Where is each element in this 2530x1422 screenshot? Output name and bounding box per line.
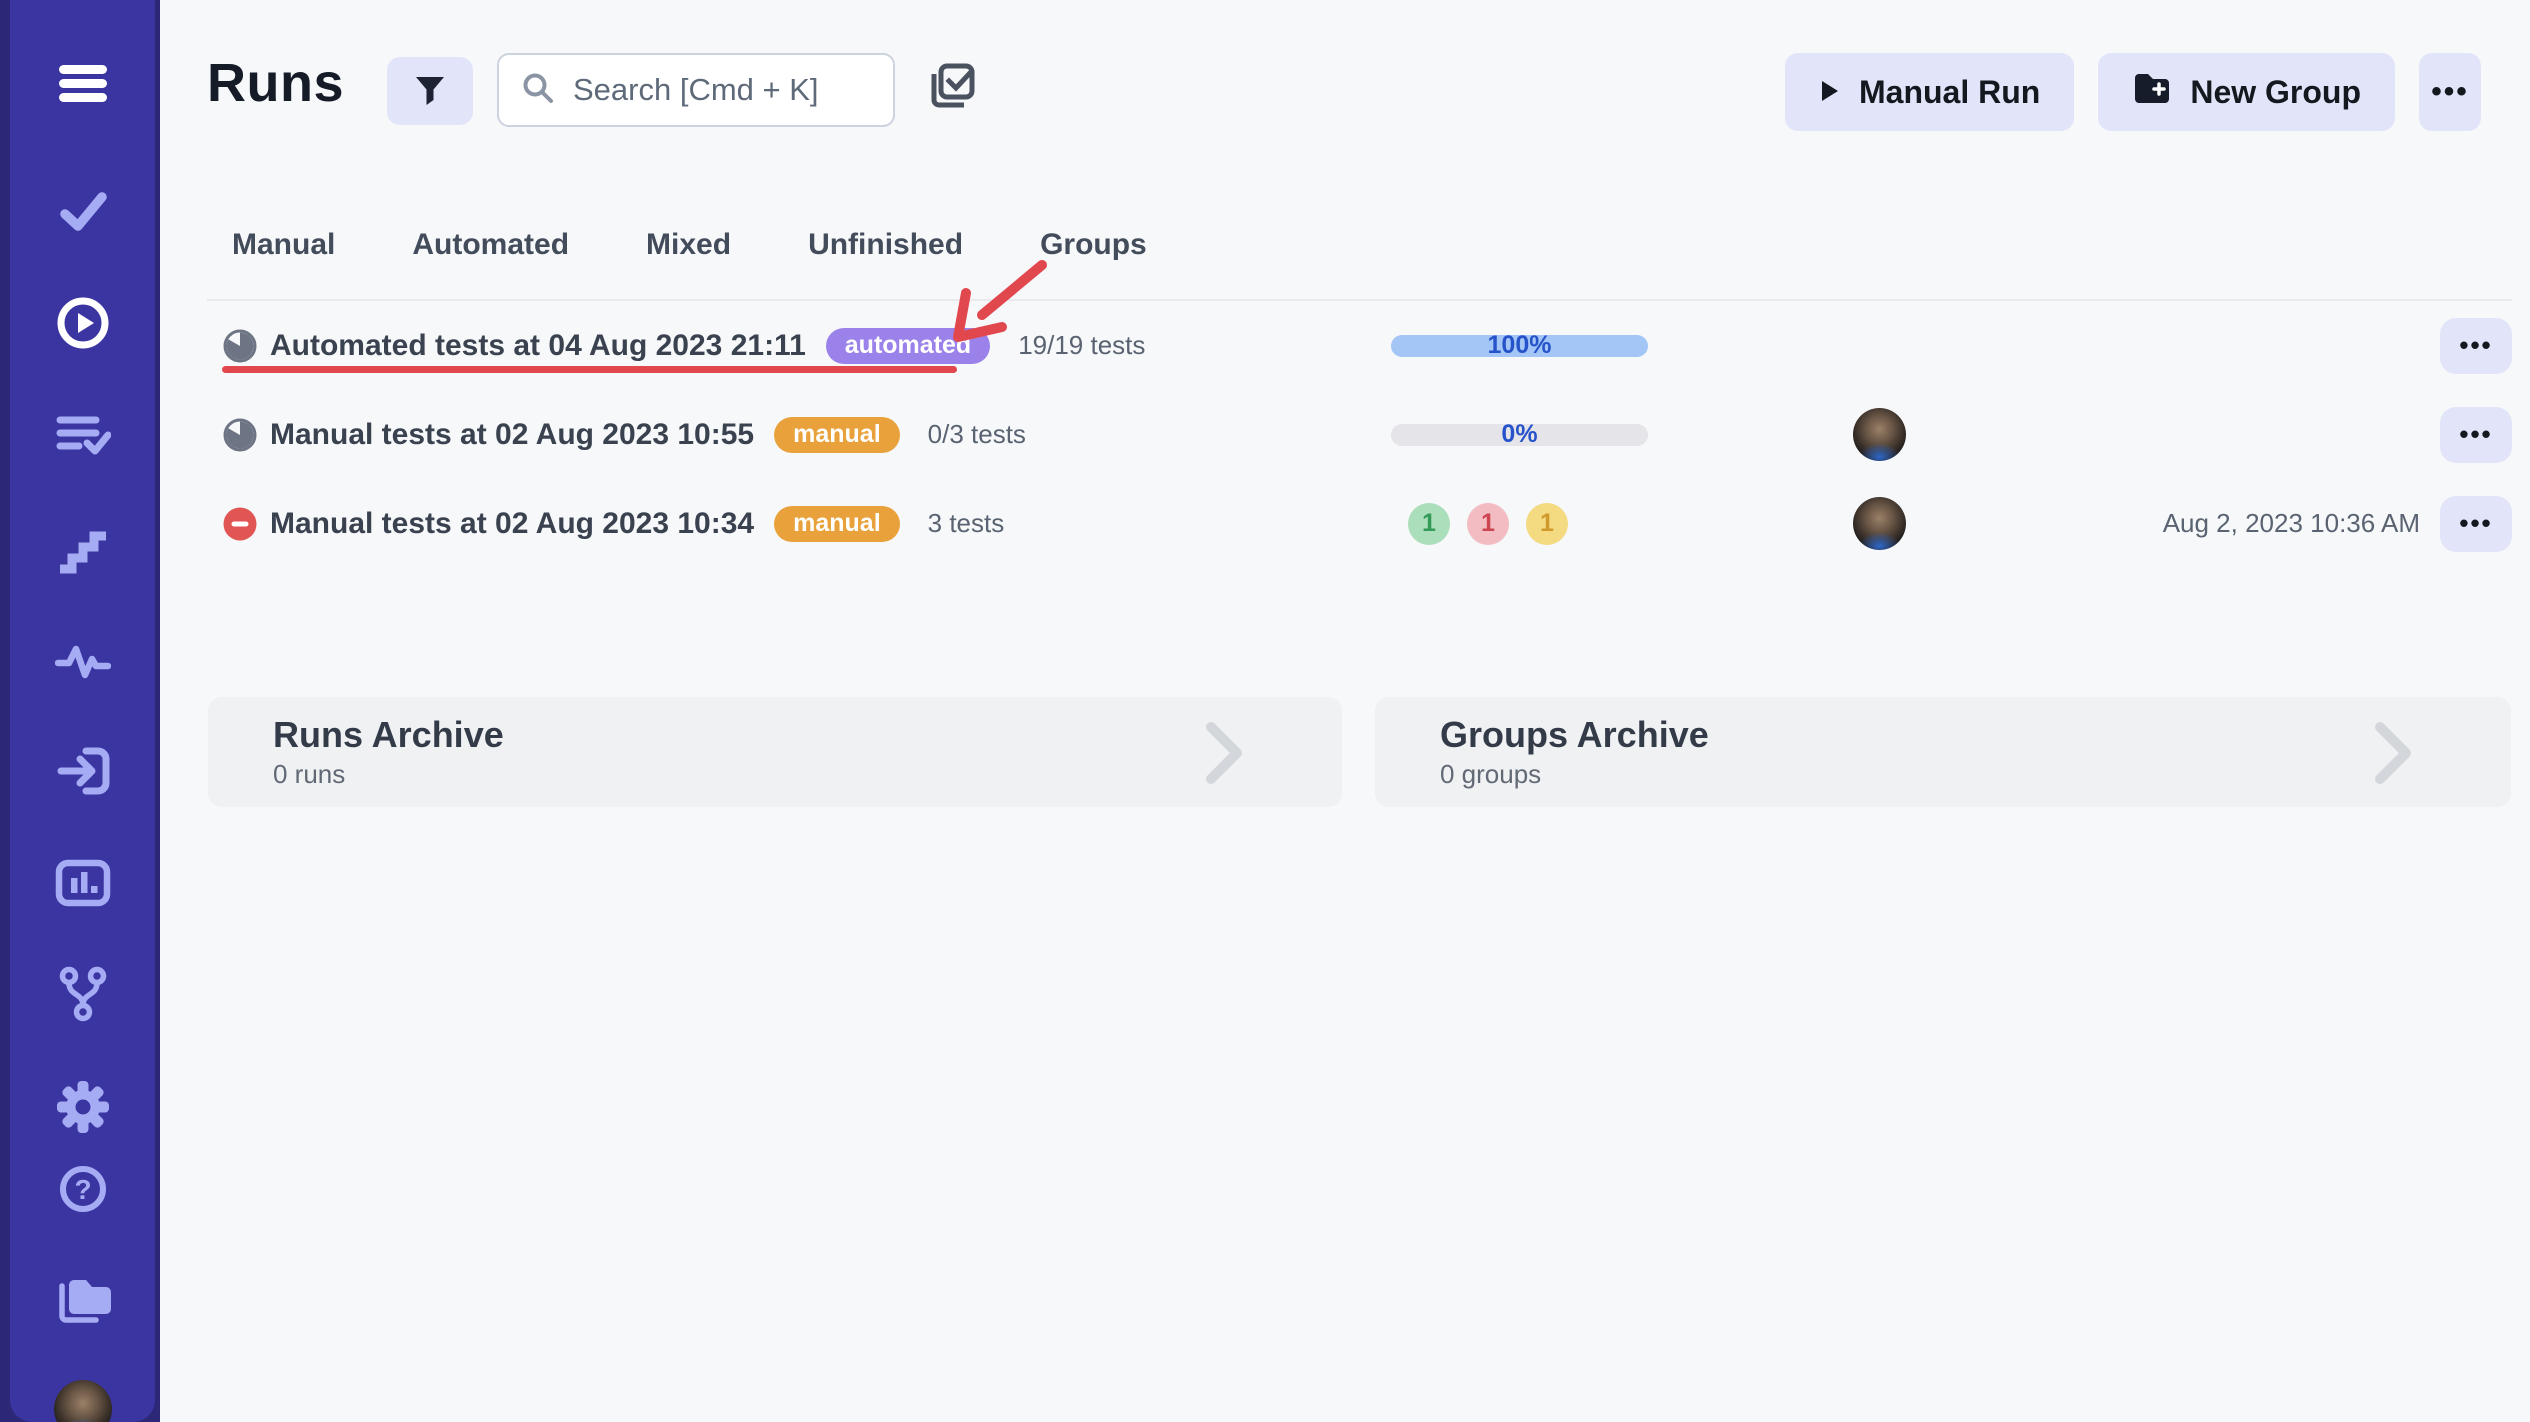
run-title[interactable]: Automated tests at 04 Aug 2023 21:11 xyxy=(270,329,806,363)
run-row-main: Manual tests at 02 Aug 2023 10:55 manual… xyxy=(222,417,1026,453)
sidebar-backdrop: ? xyxy=(0,0,160,1422)
sidebar: ? xyxy=(10,0,155,1422)
check-icon xyxy=(57,185,109,237)
search-box xyxy=(497,53,895,127)
play-icon xyxy=(1819,74,1841,111)
annotation-arrow-icon xyxy=(930,253,1050,368)
run-row-main: Manual tests at 02 Aug 2023 10:34 manual… xyxy=(222,506,1004,542)
search-icon xyxy=(521,71,555,110)
header-actions: Manual Run New Group ••• xyxy=(1785,53,2481,131)
assignee-avatar xyxy=(1853,408,1906,461)
funnel-icon xyxy=(412,72,448,111)
main-content: Runs xyxy=(160,0,2530,1422)
play-circle-icon xyxy=(56,296,110,350)
run-title[interactable]: Manual tests at 02 Aug 2023 10:34 xyxy=(270,507,754,541)
run-row-3: Manual tests at 02 Aug 2023 10:34 manual… xyxy=(207,479,2512,568)
runs-archive-card[interactable]: Runs Archive 0 runs xyxy=(208,697,1342,807)
import-icon xyxy=(56,745,110,797)
bulk-select-icon[interactable] xyxy=(928,62,976,115)
filter-button[interactable] xyxy=(387,57,473,125)
manual-run-button[interactable]: Manual Run xyxy=(1785,53,2074,131)
sidebar-item-projects[interactable] xyxy=(10,1271,155,1327)
progress-label: 100% xyxy=(1488,333,1552,358)
run-row-1: Automated tests at 04 Aug 2023 21:11 aut… xyxy=(207,301,2512,390)
chevron-right-icon xyxy=(2372,721,2416,790)
tab-mixed[interactable]: Mixed xyxy=(646,228,731,262)
folder-plus-icon xyxy=(2132,71,2172,113)
sidebar-user-avatar[interactable] xyxy=(54,1380,112,1422)
failed-count-badge: 1 xyxy=(1467,503,1509,545)
sidebar-item-runs[interactable] xyxy=(10,295,155,351)
run-tests-count: 0/3 tests xyxy=(928,419,1026,450)
tab-groups[interactable]: Groups xyxy=(1040,228,1147,262)
row-more-button[interactable]: ••• xyxy=(2440,318,2512,374)
sidebar-item-reports[interactable] xyxy=(10,855,155,911)
pie-progress-icon xyxy=(222,328,258,364)
folders-icon xyxy=(54,1272,112,1326)
sidebar-item-tests[interactable] xyxy=(10,183,155,239)
sidebar-item-activity[interactable] xyxy=(10,632,155,688)
progress-bar: 0% xyxy=(1391,424,1648,446)
sidebar-item-imports[interactable] xyxy=(10,743,155,799)
run-type-badge: manual xyxy=(774,417,900,453)
progress-label: 0% xyxy=(1501,422,1537,447)
annotation-underline xyxy=(222,366,957,373)
pie-progress-icon xyxy=(222,417,258,453)
run-timestamp: Aug 2, 2023 10:36 AM xyxy=(2163,508,2420,539)
archive-count: 0 runs xyxy=(273,759,1342,790)
run-tests-count: 3 tests xyxy=(928,508,1005,539)
archive-title: Runs Archive xyxy=(273,714,1342,755)
sidebar-item-help[interactable]: ? xyxy=(10,1161,155,1217)
menu-button[interactable] xyxy=(10,56,155,112)
row-more-button[interactable]: ••• xyxy=(2440,496,2512,552)
manual-run-label: Manual Run xyxy=(1859,74,2040,111)
pulse-icon xyxy=(55,637,111,683)
gear-icon xyxy=(56,1080,110,1134)
progress-bar: 100% xyxy=(1391,335,1648,357)
passed-count-badge: 1 xyxy=(1408,503,1450,545)
run-row-2: Manual tests at 02 Aug 2023 10:55 manual… xyxy=(207,390,2512,479)
new-group-button[interactable]: New Group xyxy=(2098,53,2395,131)
bar-chart-icon xyxy=(55,858,111,908)
new-group-label: New Group xyxy=(2190,74,2361,111)
row-more-button[interactable]: ••• xyxy=(2440,407,2512,463)
run-title[interactable]: Manual tests at 02 Aug 2023 10:55 xyxy=(270,418,754,452)
search-input[interactable] xyxy=(571,71,871,109)
archive-title: Groups Archive xyxy=(1440,714,2511,755)
header-more-button[interactable]: ••• xyxy=(2419,53,2481,131)
result-counts: 1 1 1 xyxy=(1408,503,1568,545)
sidebar-item-integrations[interactable] xyxy=(10,966,155,1022)
help-icon: ? xyxy=(57,1163,109,1215)
sidebar-item-settings[interactable] xyxy=(10,1079,155,1135)
groups-archive-card[interactable]: Groups Archive 0 groups xyxy=(1375,697,2511,807)
assignee-avatar xyxy=(1853,497,1906,550)
sidebar-item-test-plans[interactable] xyxy=(10,408,155,464)
svg-text:?: ? xyxy=(74,1174,91,1205)
page-title: Runs xyxy=(207,52,344,114)
stairs-icon xyxy=(56,523,110,575)
chevron-right-icon xyxy=(1203,721,1247,790)
tab-automated[interactable]: Automated xyxy=(412,228,569,262)
list-check-icon xyxy=(55,410,111,462)
sidebar-item-milestones[interactable] xyxy=(10,521,155,577)
blocked-count-badge: 1 xyxy=(1526,503,1568,545)
archive-count: 0 groups xyxy=(1440,759,2511,790)
hamburger-icon xyxy=(58,63,108,105)
run-type-badge: manual xyxy=(774,506,900,542)
branch-icon xyxy=(57,966,109,1022)
runs-page: ? Runs xyxy=(0,0,2530,1422)
runs-table: Automated tests at 04 Aug 2023 21:11 aut… xyxy=(207,299,2512,568)
tab-manual[interactable]: Manual xyxy=(232,228,335,262)
stopped-minus-icon xyxy=(222,506,258,542)
